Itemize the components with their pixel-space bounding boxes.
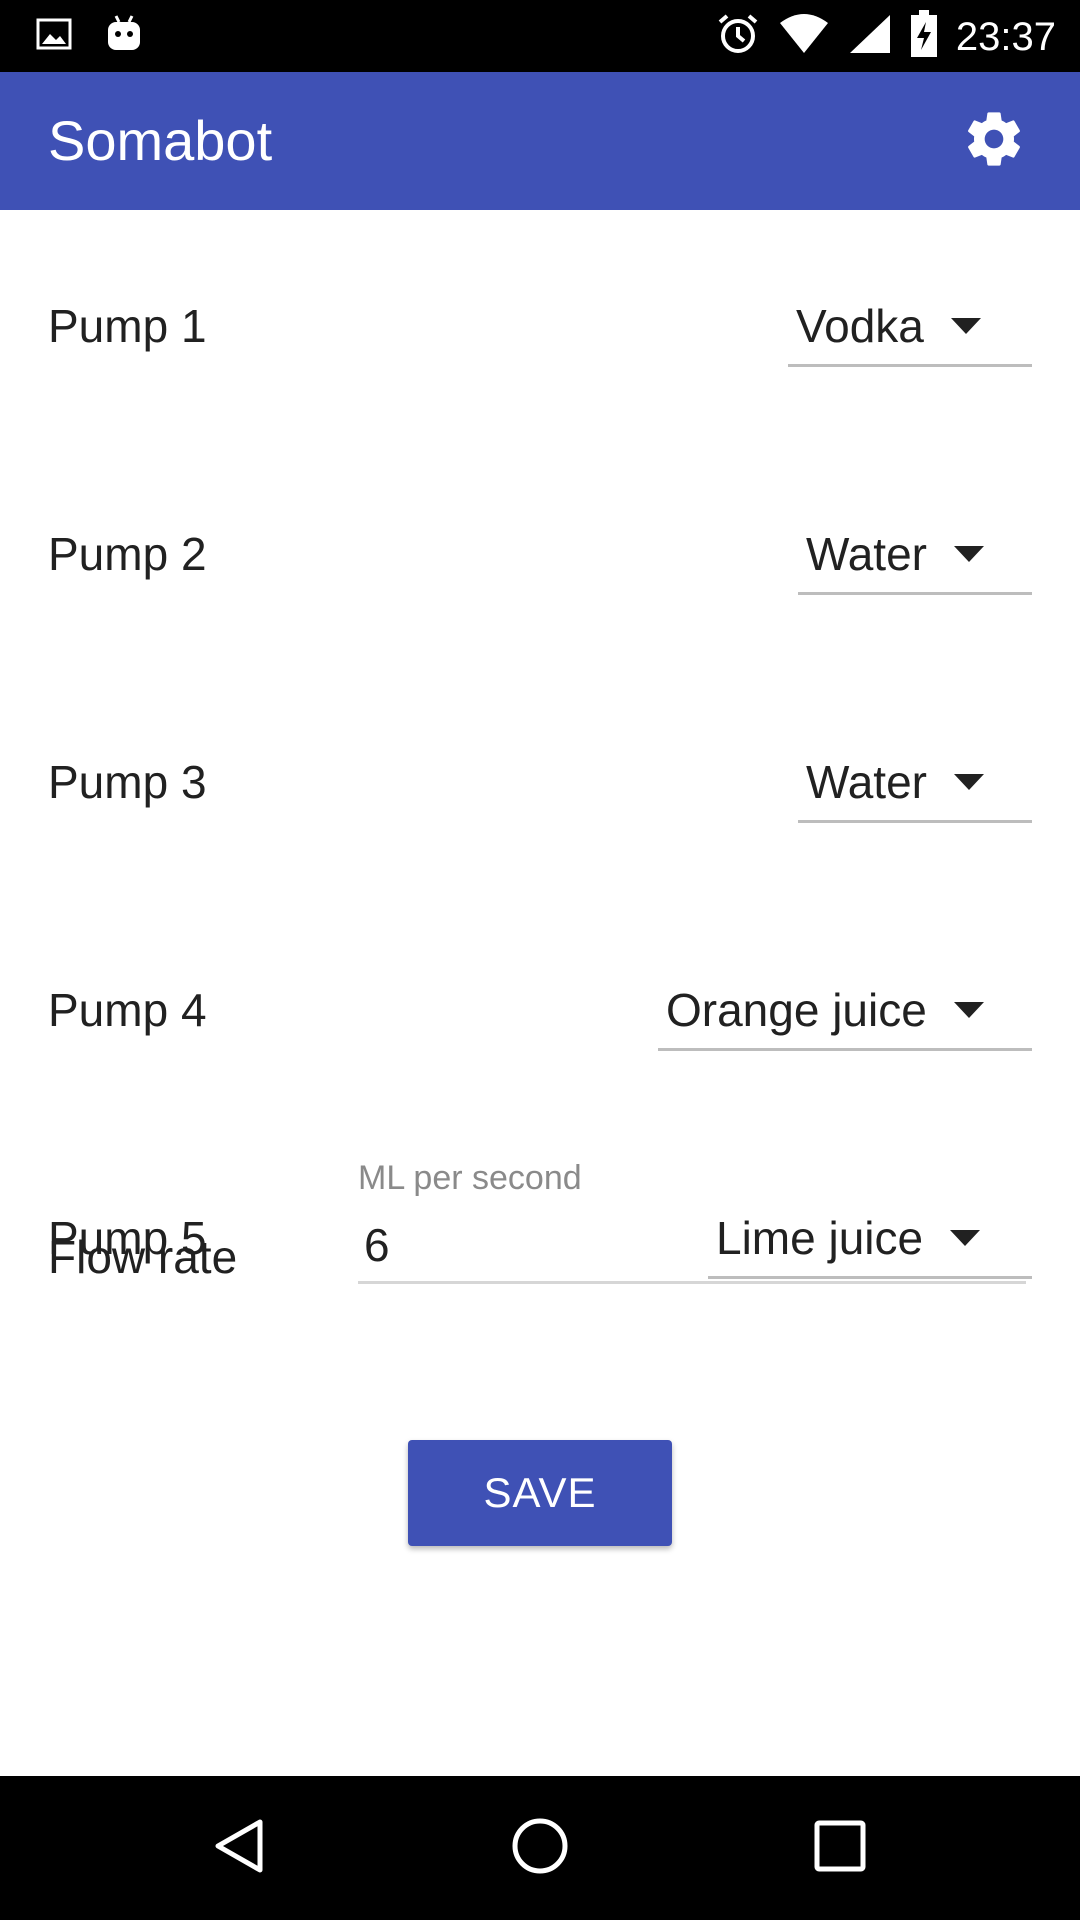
status-bar: 23:37 bbox=[0, 0, 1080, 72]
dropdown-arrow-icon bbox=[927, 972, 1011, 1048]
pump-1-spinner[interactable]: Vodka bbox=[788, 288, 1032, 367]
app-title: Somabot bbox=[48, 109, 273, 172]
pump-row-3: Pump 3 Water bbox=[0, 722, 1080, 842]
image-notification-icon bbox=[36, 16, 72, 57]
spinner-value: Orange juice bbox=[666, 984, 927, 1036]
back-button[interactable] bbox=[204, 1812, 276, 1884]
spinner-value: Water bbox=[806, 756, 927, 808]
pump-label: Pump 2 bbox=[48, 528, 207, 580]
dropdown-arrow-icon bbox=[927, 516, 1011, 592]
recents-icon bbox=[810, 1816, 870, 1881]
pump-row-2: Pump 2 Water bbox=[0, 494, 1080, 614]
status-time: 23:37 bbox=[955, 14, 1056, 59]
notification-icons bbox=[36, 14, 142, 59]
spinner-value: Water bbox=[806, 528, 927, 580]
spinner-value: Vodka bbox=[796, 300, 924, 352]
gear-icon bbox=[962, 107, 1026, 176]
home-icon bbox=[510, 1816, 570, 1881]
dropdown-arrow-icon bbox=[927, 744, 1011, 820]
flow-rate-input[interactable] bbox=[358, 1208, 1026, 1284]
cell-signal-icon bbox=[848, 13, 892, 60]
save-button[interactable]: SAVE bbox=[408, 1440, 672, 1546]
dropdown-arrow-icon bbox=[924, 288, 1008, 364]
flow-rate-hint: ML per second bbox=[358, 1159, 582, 1197]
pump-label: Pump 4 bbox=[48, 984, 207, 1036]
system-status-icons: 23:37 bbox=[716, 10, 1056, 63]
pump-row-4: Pump 4 Orange juice bbox=[0, 950, 1080, 1070]
recents-button[interactable] bbox=[804, 1812, 876, 1884]
app-bar: Somabot bbox=[0, 72, 1080, 210]
wifi-icon bbox=[778, 13, 830, 60]
pump-row-1: Pump 1 Vodka bbox=[0, 266, 1080, 386]
battery-charging-icon bbox=[910, 10, 938, 63]
alarm-icon bbox=[716, 12, 760, 61]
back-icon bbox=[210, 1816, 270, 1881]
pump-4-spinner[interactable]: Orange juice bbox=[658, 972, 1032, 1051]
pump-label: Pump 1 bbox=[48, 300, 207, 352]
home-button[interactable] bbox=[504, 1812, 576, 1884]
pump-3-spinner[interactable]: Water bbox=[798, 744, 1032, 823]
android-notification-icon bbox=[106, 14, 142, 59]
navigation-bar bbox=[0, 1776, 1080, 1920]
settings-button[interactable] bbox=[958, 105, 1030, 177]
pump-label: Pump 3 bbox=[48, 756, 207, 808]
pump-2-spinner[interactable]: Water bbox=[798, 516, 1032, 595]
flow-rate-label: Flow rate bbox=[48, 1231, 238, 1283]
